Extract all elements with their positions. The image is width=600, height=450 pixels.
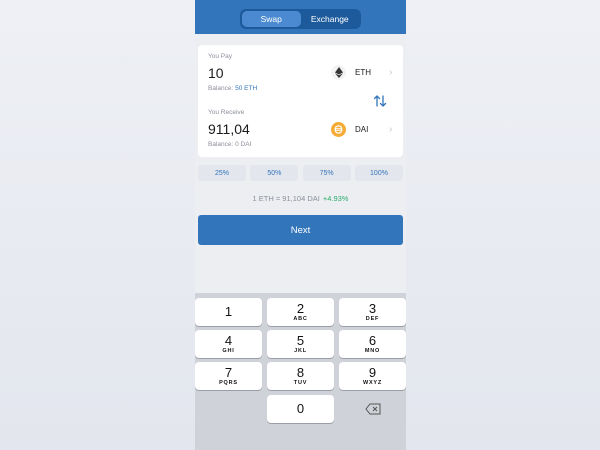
pay-token-name: ETH: [355, 68, 371, 77]
percent-100-button[interactable]: 100%: [354, 165, 403, 181]
key-letters: MNO: [364, 347, 381, 354]
key-5[interactable]: 5 JKL: [267, 330, 334, 358]
key-6[interactable]: 6 MNO: [339, 330, 406, 358]
key-digit: 1: [224, 304, 233, 319]
key-0[interactable]: 0: [267, 395, 334, 423]
pay-amount-input[interactable]: 10: [208, 65, 224, 81]
receive-chevron-right-icon: ›: [389, 124, 393, 135]
key-digit: 6: [368, 332, 377, 348]
key-9[interactable]: 9 WXYZ: [339, 362, 406, 390]
percent-75-button[interactable]: 75%: [302, 165, 351, 181]
key-letters: TUV: [293, 379, 308, 386]
key-4[interactable]: 4 GHI: [195, 330, 262, 358]
receive-label: You Receive: [208, 109, 245, 116]
exchange-rate-text: 1 ETH = 91,104 DAI: [252, 194, 320, 203]
key-3[interactable]: 3 DEF: [339, 298, 406, 326]
key-digit: 0: [296, 401, 305, 416]
key-letters: PQRS: [219, 379, 238, 386]
percent-50-button[interactable]: 50%: [250, 165, 299, 181]
key-letters: DEF: [365, 315, 380, 322]
receive-amount[interactable]: 911,04: [208, 121, 250, 137]
receive-token-name: DAI: [355, 125, 369, 134]
key-digit: 2: [296, 300, 305, 316]
key-letters: ABC: [293, 315, 308, 322]
receive-balance-value: 0 DAI: [235, 141, 252, 148]
numeric-keypad: 1 2 ABC 3 DEF 4 GHI 5 JKL 6 MNO 7 PQRS 8…: [195, 293, 406, 450]
pay-balance: Balance: 50 ETH: [208, 85, 257, 92]
receive-token-selector[interactable]: DAI: [331, 122, 368, 137]
key-7[interactable]: 7 PQRS: [195, 362, 262, 390]
pay-balance-label: Balance:: [208, 85, 234, 92]
key-digit: 5: [296, 332, 305, 348]
tab-exchange[interactable]: Exchange: [301, 11, 360, 27]
swap-direction-icon[interactable]: [373, 94, 387, 108]
key-8[interactable]: 8 TUV: [267, 362, 334, 390]
key-letters: WXYZ: [362, 379, 383, 386]
phone-screen: Swap Exchange You Pay 10 Balance: 50 ETH…: [195, 0, 406, 450]
pay-balance-value: 50 ETH: [235, 85, 258, 92]
pay-label: You Pay: [208, 53, 232, 60]
tab-swap[interactable]: Swap: [242, 11, 301, 27]
key-digit: 4: [224, 332, 233, 348]
backspace-icon[interactable]: [365, 402, 381, 415]
swap-card: You Pay 10 Balance: 50 ETH ETH › You Rec…: [198, 45, 403, 157]
pay-chevron-right-icon: ›: [389, 67, 393, 78]
pay-token-selector[interactable]: ETH: [331, 65, 371, 80]
receive-balance-label: Balance:: [208, 141, 234, 148]
next-button[interactable]: Next: [198, 215, 403, 245]
swap-exchange-toggle: Swap Exchange: [240, 9, 361, 29]
percent-25-button[interactable]: 25%: [198, 165, 246, 181]
key-letters: GHI: [222, 347, 235, 354]
key-digit: 7: [224, 364, 233, 380]
dai-icon: [331, 122, 346, 137]
key-digit: 9: [368, 364, 377, 380]
key-1[interactable]: 1: [195, 298, 262, 326]
ethereum-icon: [331, 65, 346, 80]
percentage-buttons: 25% 50% 75% 100%: [198, 165, 403, 181]
key-letters: JKL: [294, 347, 307, 354]
key-2[interactable]: 2 ABC: [267, 298, 334, 326]
key-digit: 3: [368, 300, 377, 316]
receive-balance: Balance: 0 DAI: [208, 141, 251, 148]
top-bar: Swap Exchange: [195, 0, 406, 34]
rate-change: +4.93%: [322, 194, 349, 203]
exchange-rate: 1 ETH = 91,104 DAI +4.93%: [195, 194, 406, 203]
key-digit: 8: [296, 364, 305, 380]
